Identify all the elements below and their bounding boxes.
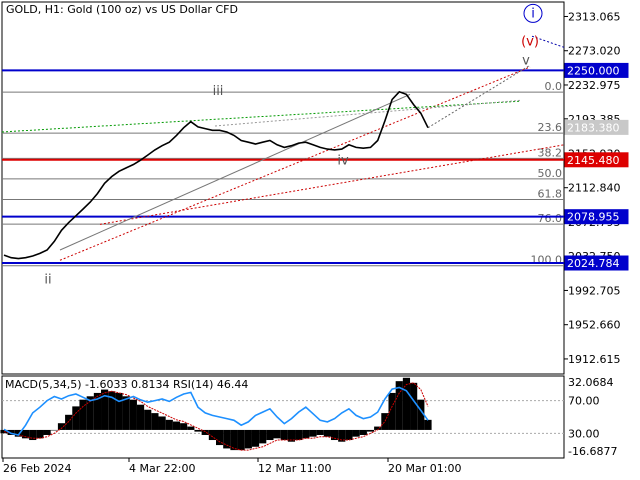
rsi-tick-70: 70.00 (568, 395, 600, 408)
fib-level-label: 50.0 (538, 167, 563, 180)
macd-bar (259, 429, 267, 444)
macd-bar (144, 409, 152, 430)
price-tick-label: 1952.660 (568, 319, 621, 332)
macd-bar (295, 429, 303, 441)
macd-bar (345, 429, 353, 441)
price-series (3, 90, 429, 260)
level-price-label: 2024.784 (567, 257, 620, 270)
macd-bar (194, 429, 202, 432)
wave-label-1: iii (213, 84, 224, 99)
level-price-label: 2145.480 (567, 154, 620, 167)
price-tick-label: 2273.020 (568, 45, 621, 58)
indicator-title: MACD(5,34,5) -1.6033 0.8134 RSI(14) 46.4… (5, 378, 248, 391)
macd-bar (187, 426, 195, 430)
wave-label-2: iv (337, 153, 349, 168)
level-price-label: 2250.000 (567, 64, 620, 77)
macd-bar (352, 429, 360, 437)
level-price-label: 2078.955 (567, 211, 620, 224)
fib-level-label: 38.2 (538, 146, 563, 159)
price-tick-label: 1912.615 (568, 353, 621, 366)
macd-bar (43, 429, 51, 435)
wave-label-5: i (531, 6, 535, 21)
fib-level-label: 61.8 (538, 187, 563, 200)
gold-h1-chart: 2313.0652273.0202232.9752193.3852152.930… (0, 1, 629, 475)
macd-bar (136, 404, 145, 430)
macd-bar (50, 429, 58, 431)
red-channel-lower (99, 144, 565, 225)
macd-tick-max: 32.0684 (568, 376, 614, 389)
macd-bar (172, 421, 181, 430)
macd-bar (122, 396, 130, 430)
macd-bar (266, 429, 274, 441)
macd-bar (359, 429, 367, 435)
price-tick-label: 2232.975 (568, 79, 621, 92)
macd-bar (230, 429, 238, 451)
macd-bar (129, 399, 137, 430)
macd-bar (273, 429, 281, 439)
macd-bar (151, 413, 159, 430)
macd-bar (29, 429, 37, 441)
macd-bar (180, 423, 188, 430)
time-tick-label: 12 Mar 11:00 (258, 462, 331, 475)
macd-bar (223, 429, 231, 449)
macd-bar (302, 429, 310, 439)
chart-title: GOLD, H1: Gold (100 oz) vs US Dollar CFD (6, 3, 238, 16)
macd-bar (72, 406, 80, 430)
price-tick-label: 2313.065 (568, 10, 621, 23)
macd-bar (237, 429, 245, 451)
price-panel-frame (1, 1, 565, 375)
macd-bar (316, 429, 324, 435)
green-trendline (1, 100, 521, 133)
macd-tick-min: -16.6877 (568, 445, 617, 458)
wave-label-4: (v) (521, 35, 539, 50)
current-price-label: 2183.380 (567, 121, 620, 134)
fib-level-label: 23.6 (538, 121, 563, 134)
macd-bar (309, 429, 317, 437)
macd-bar (402, 377, 411, 430)
macd-bar (424, 419, 432, 430)
macd-bar (201, 429, 209, 435)
price-tick-label: 2112.840 (568, 182, 621, 195)
rsi-tick-30: 30.00 (568, 427, 600, 440)
fib-level-label: 0.0 (545, 80, 563, 93)
macd-bar (158, 416, 166, 430)
macd-bar (323, 429, 331, 437)
wave-label-3: v (522, 53, 530, 68)
red-channel-upper (59, 66, 531, 261)
macd-bar (280, 429, 288, 441)
fib-level-label: 100.0 (531, 254, 563, 267)
macd-bar (165, 419, 173, 430)
macd-bar (244, 429, 252, 449)
macd-bar (115, 392, 123, 430)
projection-line-v (427, 64, 531, 129)
time-tick-label: 26 Feb 2024 (3, 462, 71, 475)
price-tick-label: 1992.705 (568, 284, 621, 297)
time-tick-label: 20 Mar 01:00 (388, 462, 461, 475)
macd-bar (65, 414, 73, 430)
macd-bar (36, 429, 44, 439)
time-tick-label: 4 Mar 22:00 (129, 462, 195, 475)
macd-bar (366, 429, 375, 432)
fib-level-label: 76.0 (538, 212, 563, 225)
macd-bar (410, 382, 418, 430)
wave-label-0: ii (44, 272, 51, 287)
macd-bar (251, 429, 260, 447)
